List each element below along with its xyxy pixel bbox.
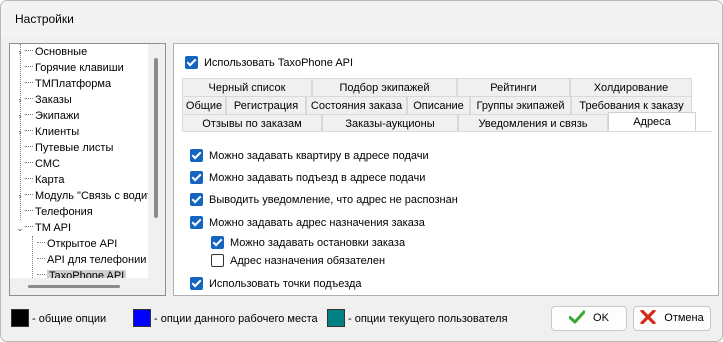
scrollbar-corner <box>148 278 165 295</box>
expand-arrow-icon[interactable]: › <box>15 189 25 203</box>
tree-guide-line <box>32 236 33 280</box>
tab-order-states[interactable]: Состояния заказа <box>306 96 407 114</box>
option-unrecognized-notify-checkbox[interactable]: Выводить уведомление, что адрес не распо… <box>190 192 458 208</box>
window-title: Настройки <box>15 12 74 26</box>
option-apartment-checkbox[interactable]: Можно задавать квартиру в адресе подачи <box>190 148 429 164</box>
checkbox-checked-icon[interactable] <box>190 148 203 162</box>
checkbox-checked-icon[interactable] <box>190 192 203 206</box>
legend-swatch-general <box>11 309 29 327</box>
option-destination-checkbox[interactable]: Можно задавать адрес назначения заказа <box>190 215 425 231</box>
tree-item[interactable]: Клиенты <box>25 124 79 140</box>
settings-panel: Использовать TaxoPhone API Черный список… <box>173 43 719 296</box>
checkbox-checked-icon[interactable] <box>190 170 203 184</box>
expand-arrow-icon[interactable]: › <box>15 125 25 139</box>
expand-arrow-icon[interactable]: › <box>15 45 25 59</box>
tab-general[interactable]: Общие <box>182 96 226 114</box>
scrollbar-thumb[interactable] <box>154 58 158 218</box>
tab-blacklist[interactable]: Черный список <box>182 78 312 96</box>
expand-arrow-icon[interactable]: › <box>15 109 25 123</box>
legend-swatch-user <box>327 309 345 327</box>
option-entry-points-checkbox[interactable]: Использовать точки подъезда <box>190 276 361 292</box>
tab-strip: Черный список Подбор экипажей Рейтинги Х… <box>182 78 696 136</box>
cancel-label: Отмена <box>664 312 704 324</box>
tree-item[interactable]: СМС <box>25 156 60 172</box>
settings-window: Настройки › Основные Горячие клавиши ТМП… <box>0 0 723 342</box>
option-entrance-checkbox[interactable]: Можно задавать подъезд в адресе подачи <box>190 170 425 186</box>
option-destination-required-checkbox[interactable]: Адрес назначения обязателен <box>211 253 385 269</box>
tree-item[interactable]: Горячие клавиши <box>25 60 124 76</box>
legend-general-text: - общие опции <box>32 313 107 325</box>
tree-vertical-scrollbar[interactable] <box>148 44 165 280</box>
checkbox-checked-icon[interactable] <box>190 276 203 290</box>
tab-ratings[interactable]: Рейтинги <box>457 78 570 96</box>
tab-description[interactable]: Описание <box>407 96 470 114</box>
checkbox-checked-icon[interactable] <box>190 215 203 229</box>
addresses-tab-panel: Можно задавать квартиру в адресе подачи … <box>182 131 712 291</box>
checkbox-checked-icon[interactable] <box>211 235 224 249</box>
tab-crew-selection[interactable]: Подбор экипажей <box>312 78 457 96</box>
tree-item[interactable]: ТМПлатформа <box>25 76 111 92</box>
tree-item[interactable]: Открытое API <box>37 236 117 252</box>
scrollbar-thumb[interactable] <box>28 285 120 288</box>
collapse-arrow-icon[interactable]: ⌄ <box>15 221 25 235</box>
settings-tree[interactable]: › Основные Горячие клавиши ТМПлатформа ›… <box>9 43 166 296</box>
use-api-checkbox[interactable]: Использовать TaxoPhone API <box>185 55 353 71</box>
tab-crew-groups[interactable]: Группы экипажей <box>470 96 571 114</box>
option-stops-checkbox[interactable]: Можно задавать остановки заказа <box>211 235 405 251</box>
checkbox-checked-icon[interactable] <box>185 55 198 69</box>
tree-item[interactable]: Экипажи <box>25 108 79 124</box>
tree-item[interactable]: TM API <box>25 220 71 236</box>
tree-item[interactable]: Модуль "Связь с водит <box>25 188 152 204</box>
checkbox-unchecked-icon[interactable] <box>211 253 224 267</box>
tree-item[interactable]: API для телефонии <box>37 252 146 268</box>
title-bar: Настройки <box>1 1 722 37</box>
legend-workplace-text: - опции данного рабочего места <box>154 313 318 325</box>
cancel-button[interactable]: Отмена <box>633 306 711 331</box>
tab-addresses[interactable]: Адреса <box>608 112 696 132</box>
tree-item[interactable]: Основные <box>25 44 87 60</box>
tab-notifications[interactable]: Уведомления и связь <box>458 114 608 132</box>
expand-arrow-icon[interactable]: › <box>15 93 25 107</box>
legend-swatch-workplace <box>133 309 151 327</box>
tree-item[interactable]: Телефония <box>25 204 93 220</box>
tree-horizontal-scrollbar[interactable] <box>10 278 150 295</box>
tab-registration[interactable]: Регистрация <box>226 96 306 114</box>
use-api-label: Использовать TaxoPhone API <box>204 57 354 69</box>
tab-order-auctions[interactable]: Заказы-аукционы <box>322 114 458 132</box>
tab-holding[interactable]: Холдирование <box>570 78 692 96</box>
legend-user-text: - опции текущего пользователя <box>348 313 508 325</box>
ok-label: OK <box>593 312 609 324</box>
ok-button[interactable]: OK <box>551 306 627 331</box>
cross-icon <box>640 310 656 325</box>
tree-item[interactable]: Карта <box>25 172 64 188</box>
tree-item[interactable]: Заказы <box>25 92 72 108</box>
tab-order-reviews[interactable]: Отзывы по заказам <box>182 114 322 132</box>
check-icon <box>569 310 586 324</box>
tree-item[interactable]: Путевые листы <box>25 140 113 156</box>
